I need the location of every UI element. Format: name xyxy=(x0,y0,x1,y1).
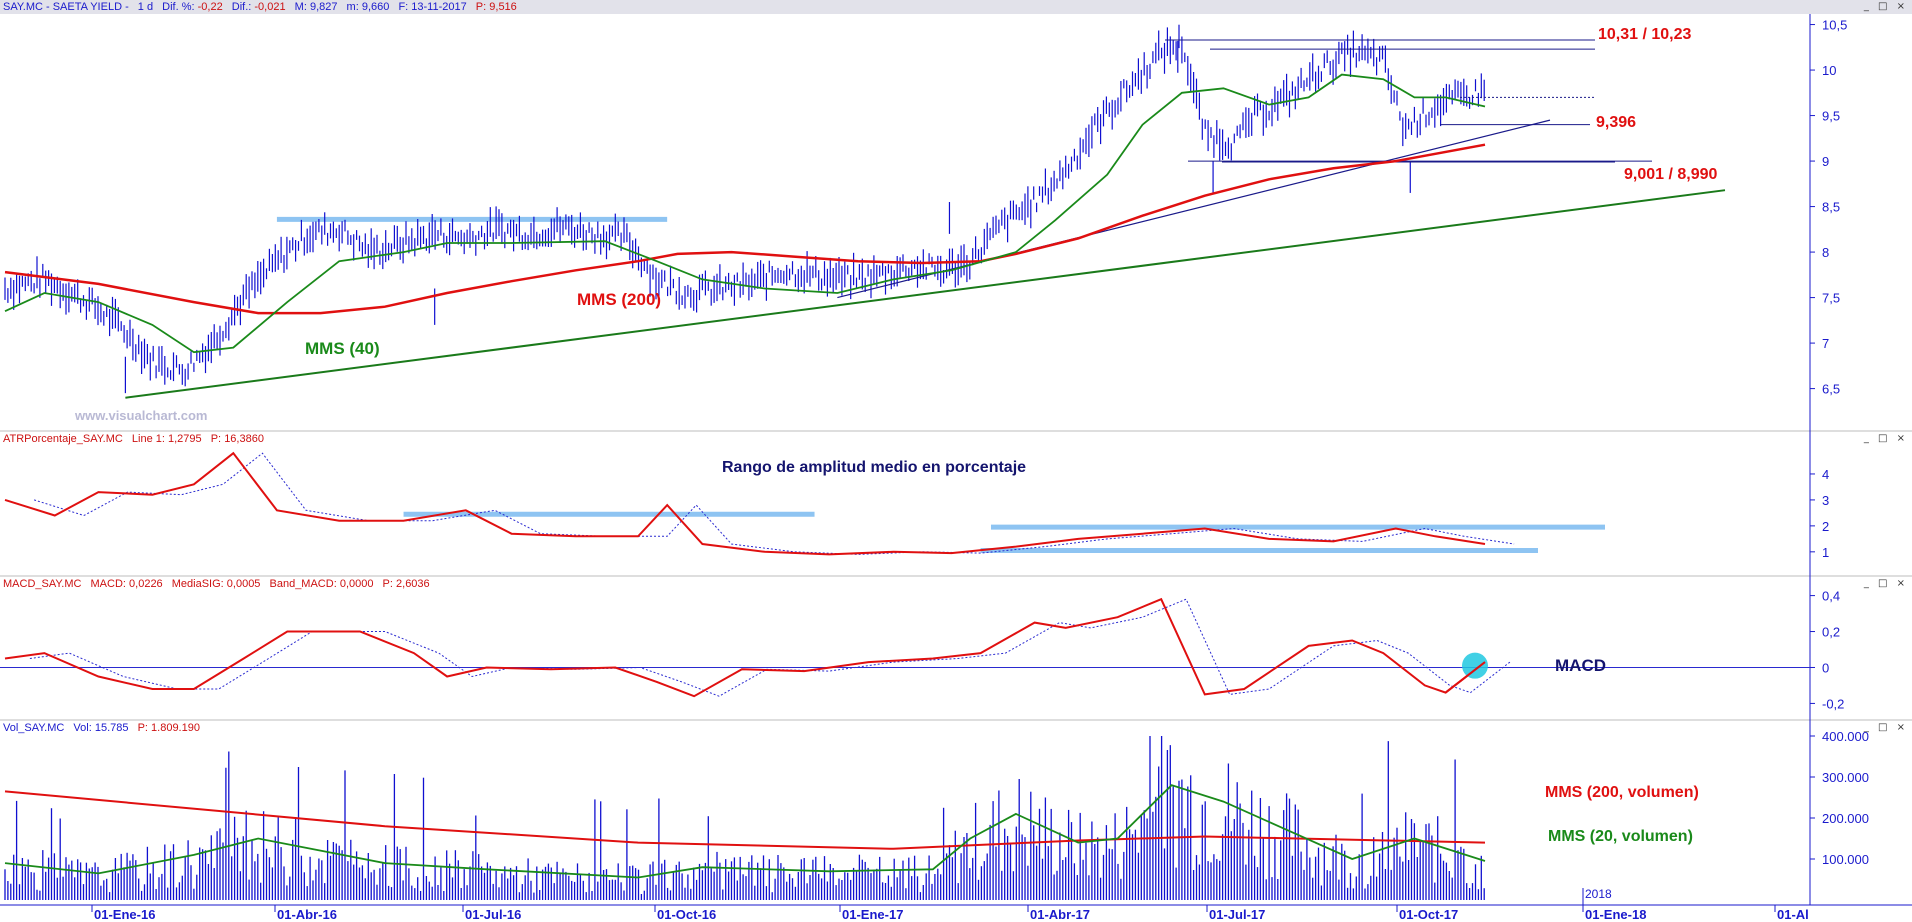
y-tick-label: 9 xyxy=(1822,154,1829,169)
resistance-label: 10,31 / 10,23 xyxy=(1598,26,1692,43)
y-tick-label: 4 xyxy=(1822,467,1829,482)
x-tick-label: 01-Jul-16 xyxy=(465,907,521,922)
price-bars xyxy=(4,24,1485,394)
y-tick-label: 0 xyxy=(1822,660,1829,675)
y-tick-label: 3 xyxy=(1822,493,1829,508)
atr-title: Rango de amplitud medio en porcentaje xyxy=(722,459,1026,476)
y-tick-label: 6,5 xyxy=(1822,382,1840,397)
y-tick-label: 10 xyxy=(1822,63,1836,78)
y-tick-label: 100.000 xyxy=(1822,852,1869,867)
x-tick-label: 01-Ene-16 xyxy=(94,907,155,922)
y-tick-label: 2 xyxy=(1822,519,1829,534)
vol-mms200-label: MMS (200, volumen) xyxy=(1545,784,1699,801)
y-tick-label: 0,4 xyxy=(1822,589,1840,604)
macd-line xyxy=(4,597,1486,698)
support2-label: 9,001 / 8,990 xyxy=(1624,166,1718,183)
x-tick-label: 01-Abr-17 xyxy=(1030,907,1090,922)
y-tick-label: 300.000 xyxy=(1822,770,1869,785)
y-tick-label: 7,5 xyxy=(1822,291,1840,306)
x-tick-label: 01-Ene-18 xyxy=(1585,907,1646,922)
y-tick-label: 9,5 xyxy=(1822,109,1840,124)
x-tick-label: 01-Al xyxy=(1777,907,1809,922)
stock-chart[interactable]: 6,5 7 7,5 8 8,5 9 9,5 10 10,5 1 2 3 4 -0,2 0 0,2 0,4 100.… xyxy=(0,0,1912,922)
mms200-label: MMS (200) xyxy=(577,290,661,309)
mms200-line xyxy=(4,143,1486,315)
x-year-label: 2018 xyxy=(1585,887,1612,901)
macd-crossover-highlight xyxy=(1462,652,1488,679)
y-tick-label: 8,5 xyxy=(1822,200,1840,215)
y-tick-label: 7 xyxy=(1822,336,1829,351)
y-tick-label: 200.000 xyxy=(1822,811,1869,826)
x-tick-label: 01-Ene-17 xyxy=(842,907,903,922)
y-tick-label: 400.000 xyxy=(1822,729,1869,744)
y-tick-label: 0,2 xyxy=(1822,625,1840,640)
x-tick-label: 01-Oct-16 xyxy=(657,907,716,922)
x-tick-label: 01-Jul-17 xyxy=(1209,907,1265,922)
macd-signal-line xyxy=(29,598,1511,697)
mms40-label: MMS (40) xyxy=(305,339,380,358)
y-tick-label: 8 xyxy=(1822,245,1829,260)
macd-title: MACD xyxy=(1555,656,1606,675)
x-tick-label: 01-Abr-16 xyxy=(277,907,337,922)
y-tick-label: 10,5 xyxy=(1822,18,1847,33)
y-tick-label: 1 xyxy=(1822,545,1829,560)
vol-mms20-label: MMS (20, volumen) xyxy=(1548,828,1693,845)
x-tick-label: 01-Oct-17 xyxy=(1399,907,1458,922)
watermark: www.visualchart.com xyxy=(74,408,207,423)
support1-label: 9,396 xyxy=(1596,114,1636,131)
y-tick-label: -0,2 xyxy=(1822,696,1844,711)
